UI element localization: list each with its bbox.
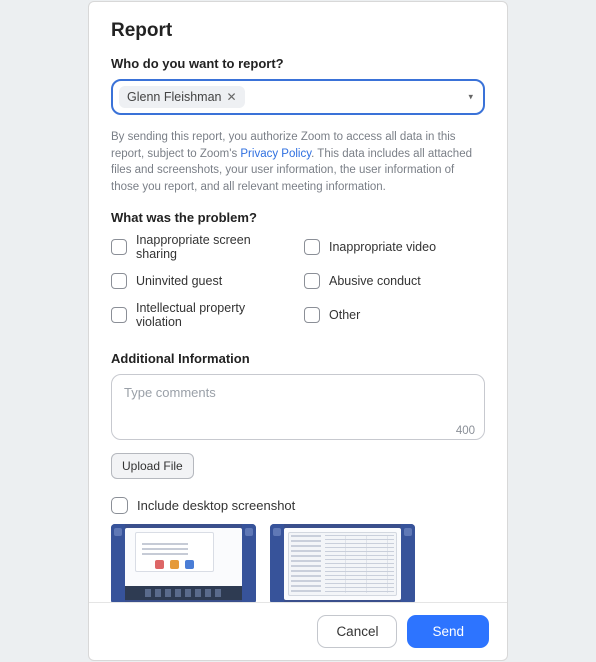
modal-title: Report xyxy=(111,20,485,42)
option-label: Inappropriate screen sharing xyxy=(136,233,292,261)
modal-body: Report Who do you want to report? Glenn … xyxy=(89,2,507,602)
option-inappropriate-screen-sharing[interactable]: Inappropriate screen sharing xyxy=(111,233,292,261)
option-label: Intellectual property violation xyxy=(136,301,292,329)
include-screenshot-option[interactable]: Include desktop screenshot xyxy=(111,497,485,514)
option-uninvited-guest[interactable]: Uninvited guest xyxy=(111,273,292,289)
option-abusive-conduct[interactable]: Abusive conduct xyxy=(304,273,485,289)
report-target-select[interactable]: Glenn Fleishman ✕ ▾ xyxy=(111,79,485,115)
option-inappropriate-video[interactable]: Inappropriate video xyxy=(304,233,485,261)
cancel-button[interactable]: Cancel xyxy=(317,615,397,648)
privacy-disclosure: By sending this report, you authorize Zo… xyxy=(111,129,485,196)
problem-options: Inappropriate screen sharing Inappropria… xyxy=(111,233,485,329)
remove-chip-icon[interactable]: ✕ xyxy=(227,91,237,103)
checkbox-icon xyxy=(111,307,127,323)
send-button[interactable]: Send xyxy=(407,615,489,648)
comments-wrap: 400 xyxy=(111,374,485,443)
option-label: Abusive conduct xyxy=(329,274,421,288)
screenshot-thumbnail[interactable] xyxy=(111,524,256,602)
checkbox-icon xyxy=(304,239,320,255)
checkbox-icon xyxy=(111,497,128,514)
include-screenshot-label: Include desktop screenshot xyxy=(137,498,295,513)
option-label: Uninvited guest xyxy=(136,274,222,288)
option-label: Inappropriate video xyxy=(329,240,436,254)
checkbox-icon xyxy=(111,273,127,289)
screenshot-thumbnails xyxy=(111,524,485,602)
chevron-down-icon[interactable]: ▾ xyxy=(468,92,473,103)
privacy-policy-link[interactable]: Privacy Policy xyxy=(240,148,311,160)
additional-label: Additional Information xyxy=(111,351,485,366)
option-other[interactable]: Other xyxy=(304,301,485,329)
checkbox-icon xyxy=(304,307,320,323)
selected-user-chip[interactable]: Glenn Fleishman ✕ xyxy=(119,86,245,108)
option-ip-violation[interactable]: Intellectual property violation xyxy=(111,301,292,329)
selected-user-name: Glenn Fleishman xyxy=(127,90,222,104)
char-limit: 400 xyxy=(456,425,475,437)
option-label: Other xyxy=(329,308,360,322)
problem-label: What was the problem? xyxy=(111,210,485,225)
report-modal: Report Who do you want to report? Glenn … xyxy=(88,1,508,661)
who-label: Who do you want to report? xyxy=(111,56,485,71)
comments-input[interactable] xyxy=(111,374,485,440)
checkbox-icon xyxy=(304,273,320,289)
modal-footer: Cancel Send xyxy=(89,602,507,660)
checkbox-icon xyxy=(111,239,127,255)
screenshot-thumbnail[interactable] xyxy=(270,524,415,602)
upload-file-button[interactable]: Upload File xyxy=(111,453,194,479)
